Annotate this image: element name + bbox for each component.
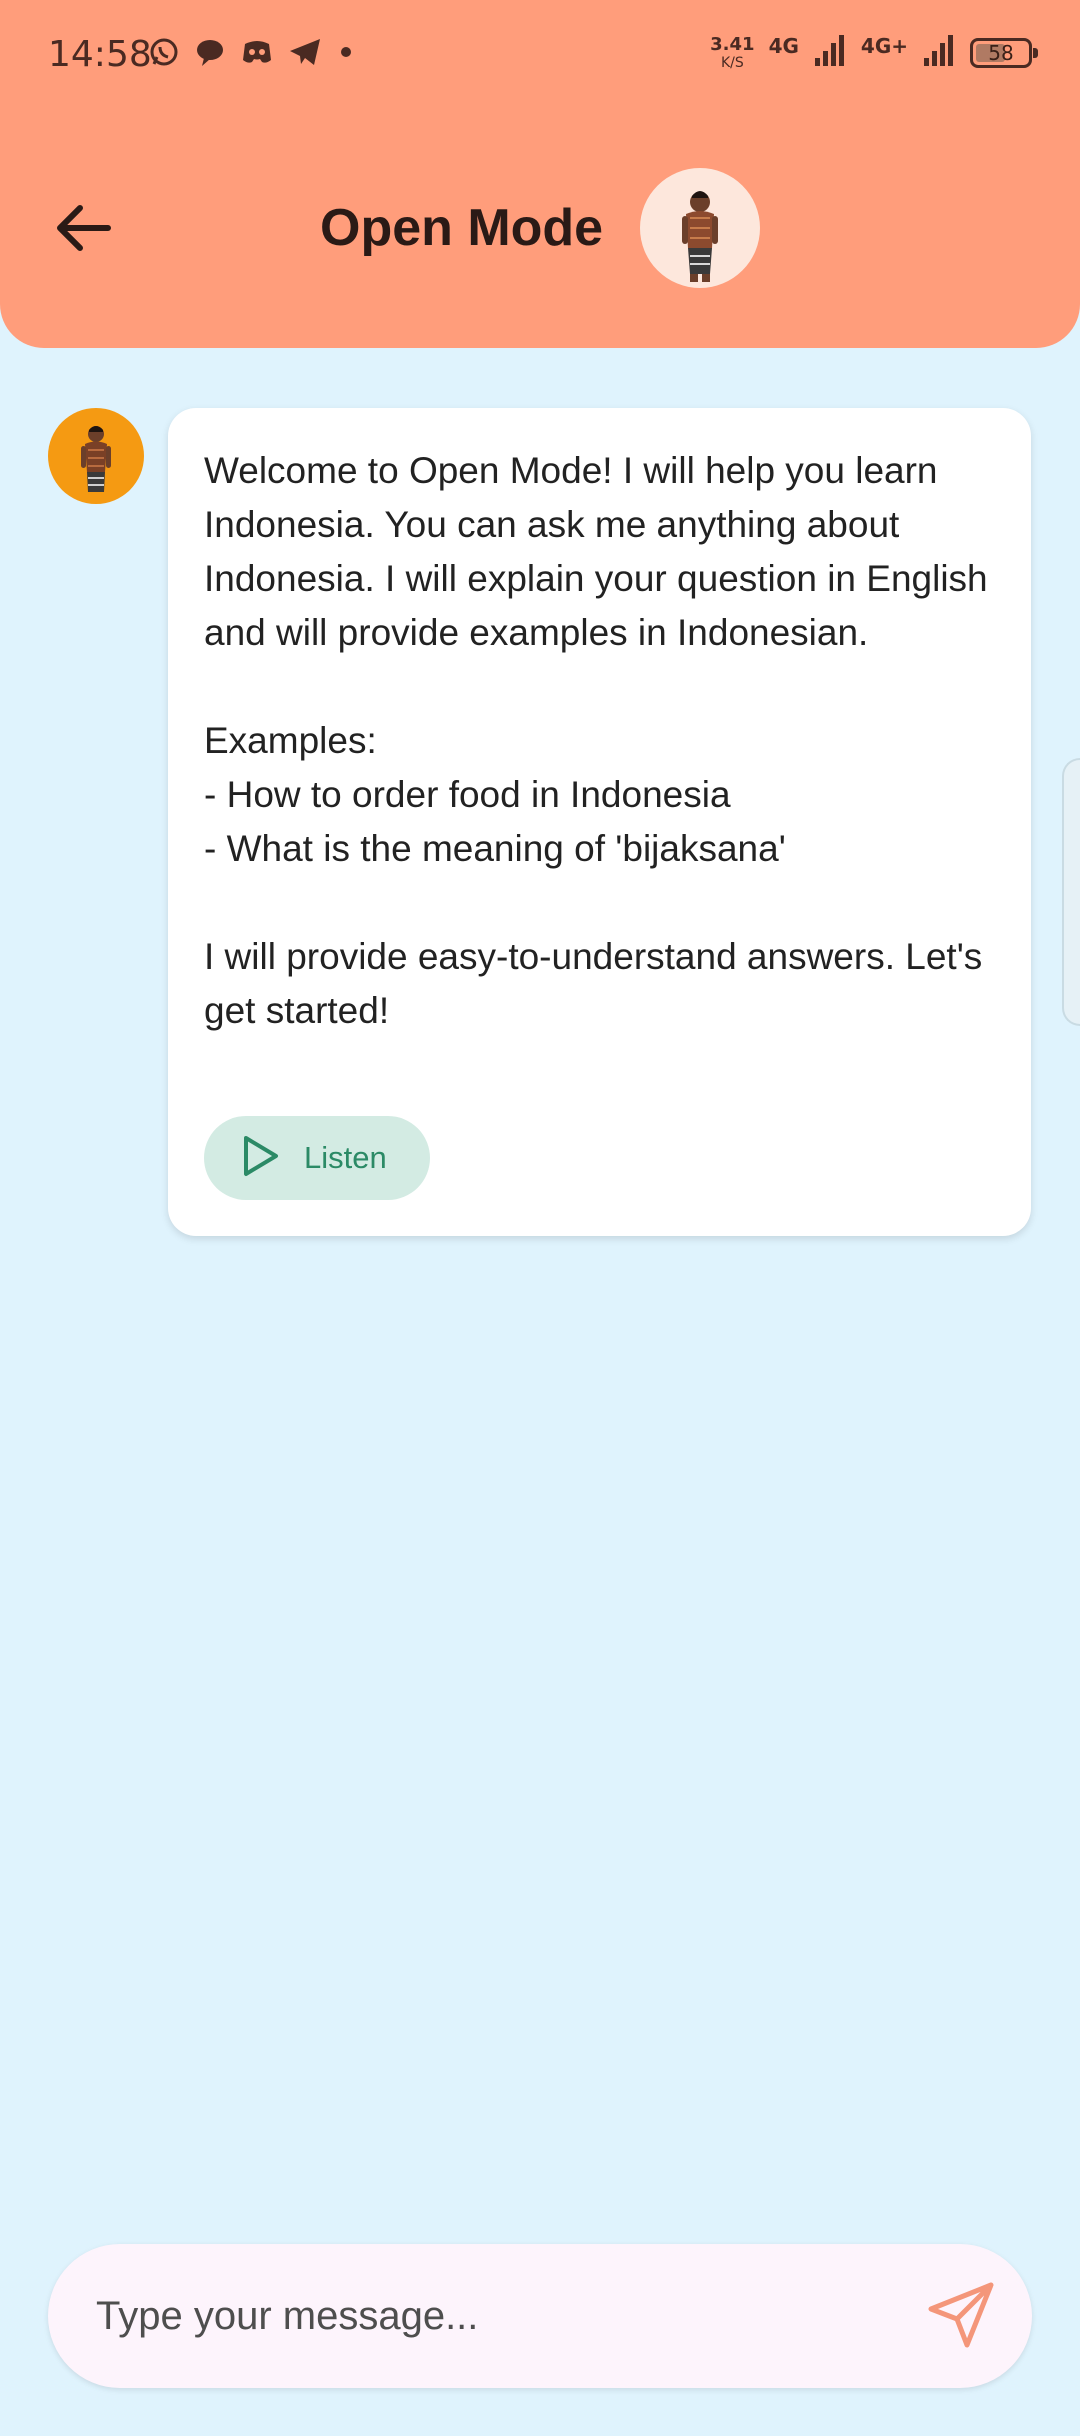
network-speed-unit: K/S <box>720 54 744 71</box>
network-type-1: 4G <box>768 34 799 58</box>
edge-panel-handle[interactable] <box>1062 758 1080 1026</box>
app-header: 14:58 3.41 K/S 4G 4G+ 58 Open Mode <box>0 0 1080 348</box>
discord-icon <box>240 36 274 68</box>
telegram-icon <box>288 36 322 68</box>
signal-icon <box>813 32 847 73</box>
notification-icons <box>148 36 356 68</box>
send-button[interactable] <box>918 2274 1004 2360</box>
header-avatar <box>640 168 760 288</box>
status-indicators: 3.41 K/S 4G 4G+ 58 <box>710 32 1038 73</box>
page-title: Open Mode <box>320 199 604 257</box>
dot-icon <box>336 36 356 68</box>
message-text: Welcome to Open Mode! I will help you le… <box>204 450 988 1031</box>
back-button[interactable] <box>44 190 124 270</box>
bot-message-bubble: Welcome to Open Mode! I will help you le… <box>168 408 1031 1236</box>
play-icon <box>204 1135 280 1182</box>
network-type-2: 4G+ <box>860 34 908 58</box>
send-icon <box>925 2279 997 2356</box>
chat-bubble-icon <box>194 36 226 68</box>
battery-level: 58 <box>988 40 1014 65</box>
message-composer <box>48 2244 1032 2388</box>
network-speed-value: 3.41 <box>710 33 755 55</box>
status-bar: 14:58 3.41 K/S 4G 4G+ 58 <box>0 0 1080 110</box>
network-speed: 3.41 K/S <box>710 33 755 71</box>
whatsapp-icon <box>148 36 180 68</box>
listen-button[interactable]: Listen <box>204 1116 430 1200</box>
listen-label: Listen <box>304 1140 387 1175</box>
battery-indicator: 58 <box>970 37 1038 68</box>
status-time: 14:58 <box>48 34 152 75</box>
message-input[interactable] <box>96 2244 916 2388</box>
arrow-left-icon <box>52 196 116 265</box>
bot-avatar <box>48 408 144 504</box>
signal-icon <box>922 32 956 73</box>
